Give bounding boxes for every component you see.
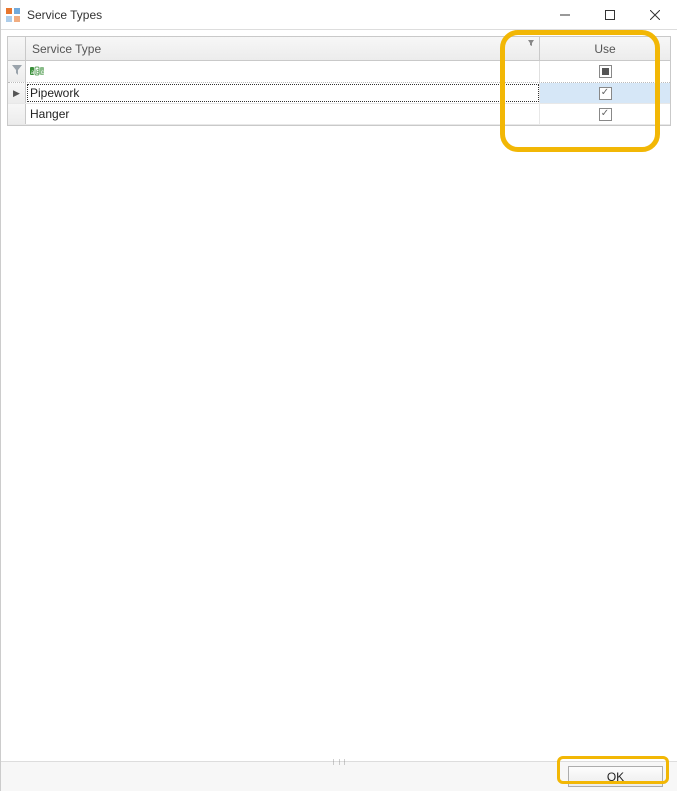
minimize-button[interactable] xyxy=(542,0,587,30)
filter-row-indicator xyxy=(8,61,26,82)
use-checkbox[interactable] xyxy=(599,87,612,100)
grid-header-row: Service Type Use xyxy=(8,37,670,61)
current-row-pointer-icon: ▶ xyxy=(13,88,20,99)
ok-button-label: OK xyxy=(607,770,624,784)
column-header-use[interactable]: Use xyxy=(540,37,670,60)
row-indicator: ▶ xyxy=(8,83,26,103)
filter-cell-use[interactable] xyxy=(540,61,670,82)
svg-text:B: B xyxy=(36,70,40,76)
svg-text:a: a xyxy=(31,70,35,76)
ok-button[interactable]: OK xyxy=(568,766,663,787)
filter-cell-service-type[interactable]: a B c xyxy=(26,61,540,82)
titlebar: Service Types xyxy=(1,0,677,30)
table-row[interactable]: Hanger xyxy=(8,104,670,125)
table-row[interactable]: ▶ Pipework xyxy=(8,83,670,104)
cell-service-type[interactable]: Pipework xyxy=(26,83,540,103)
row-indicator xyxy=(8,104,26,124)
grid-filter-row: a B c xyxy=(8,61,670,83)
dialog-footer: OK xyxy=(1,761,677,791)
grid-body: ▶ PipeworkHanger xyxy=(8,83,670,125)
maximize-button[interactable] xyxy=(587,0,632,30)
row-indicator-header xyxy=(8,37,26,60)
service-types-grid: Service Type Use xyxy=(7,36,671,126)
svg-text:c: c xyxy=(41,70,44,76)
filter-pin-icon[interactable] xyxy=(527,39,535,49)
client-area: Service Type Use xyxy=(1,30,677,761)
header-use-tristate-checkbox[interactable] xyxy=(599,65,612,78)
filter-input-service-type[interactable] xyxy=(46,65,539,79)
text-filter-icon: a B c xyxy=(30,65,46,79)
column-header-use-label: Use xyxy=(594,42,615,56)
cell-use[interactable] xyxy=(540,104,670,124)
cell-use[interactable] xyxy=(540,83,670,103)
window-title: Service Types xyxy=(27,8,102,22)
cell-service-type[interactable]: Hanger xyxy=(26,104,540,124)
app-icon xyxy=(5,7,21,23)
window-controls xyxy=(542,0,677,30)
column-header-service-type-label: Service Type xyxy=(32,42,101,56)
column-header-service-type[interactable]: Service Type xyxy=(26,37,540,60)
use-checkbox[interactable] xyxy=(599,108,612,121)
funnel-icon xyxy=(12,65,22,78)
service-types-window: Service Types Service Type xyxy=(0,0,677,791)
close-button[interactable] xyxy=(632,0,677,30)
